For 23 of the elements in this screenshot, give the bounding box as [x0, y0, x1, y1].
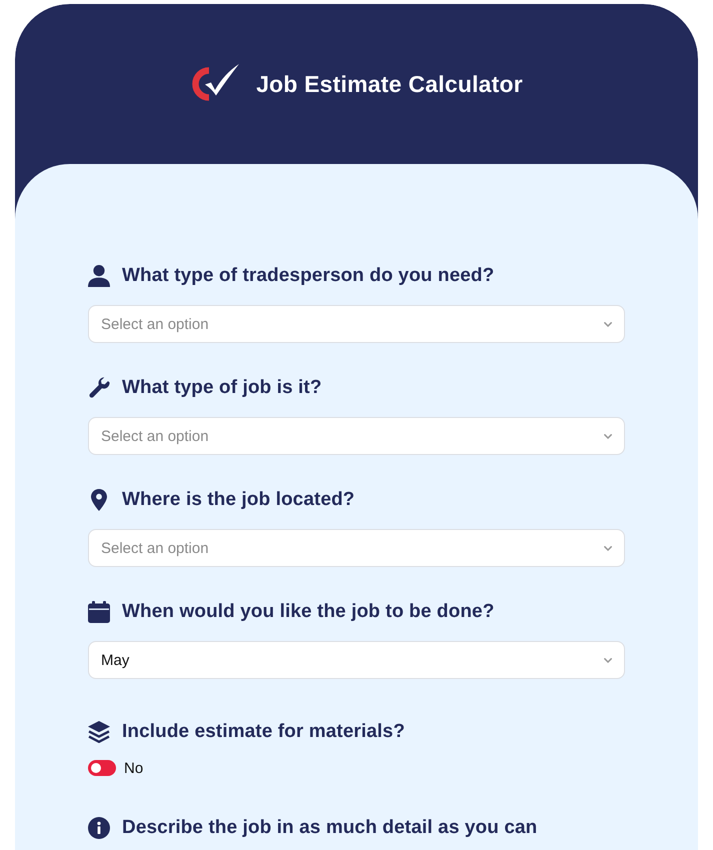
map-pin-icon — [91, 489, 107, 511]
chevron-down-icon — [604, 658, 612, 662]
person-icon — [88, 265, 110, 287]
toggle-switch[interactable] — [88, 760, 116, 776]
chevron-down-icon — [604, 546, 612, 550]
select-field[interactable]: Select an option — [88, 305, 625, 343]
select-field[interactable]: May — [88, 641, 625, 679]
calendar-icon — [88, 601, 110, 623]
question-label: What type of tradesperson do you need? — [122, 265, 494, 287]
question-label: Include estimate for materials? — [122, 721, 405, 743]
toggle-state-text: No — [124, 760, 144, 776]
select-field[interactable]: Select an option — [88, 529, 625, 567]
app-title: Job Estimate Calculator — [256, 70, 523, 98]
select-field[interactable]: Select an option — [88, 417, 625, 455]
question-label: Where is the job located? — [122, 489, 355, 511]
question-label: When would you like the job to be done? — [122, 601, 494, 623]
info-icon — [88, 817, 110, 839]
wrench-icon — [88, 377, 110, 399]
question-label: What type of job is it? — [122, 377, 322, 399]
question-label: Describe the job in as much detail as you can — [122, 817, 538, 839]
chevron-down-icon — [604, 434, 612, 438]
layers-icon — [88, 721, 110, 743]
chevron-down-icon — [604, 322, 612, 326]
